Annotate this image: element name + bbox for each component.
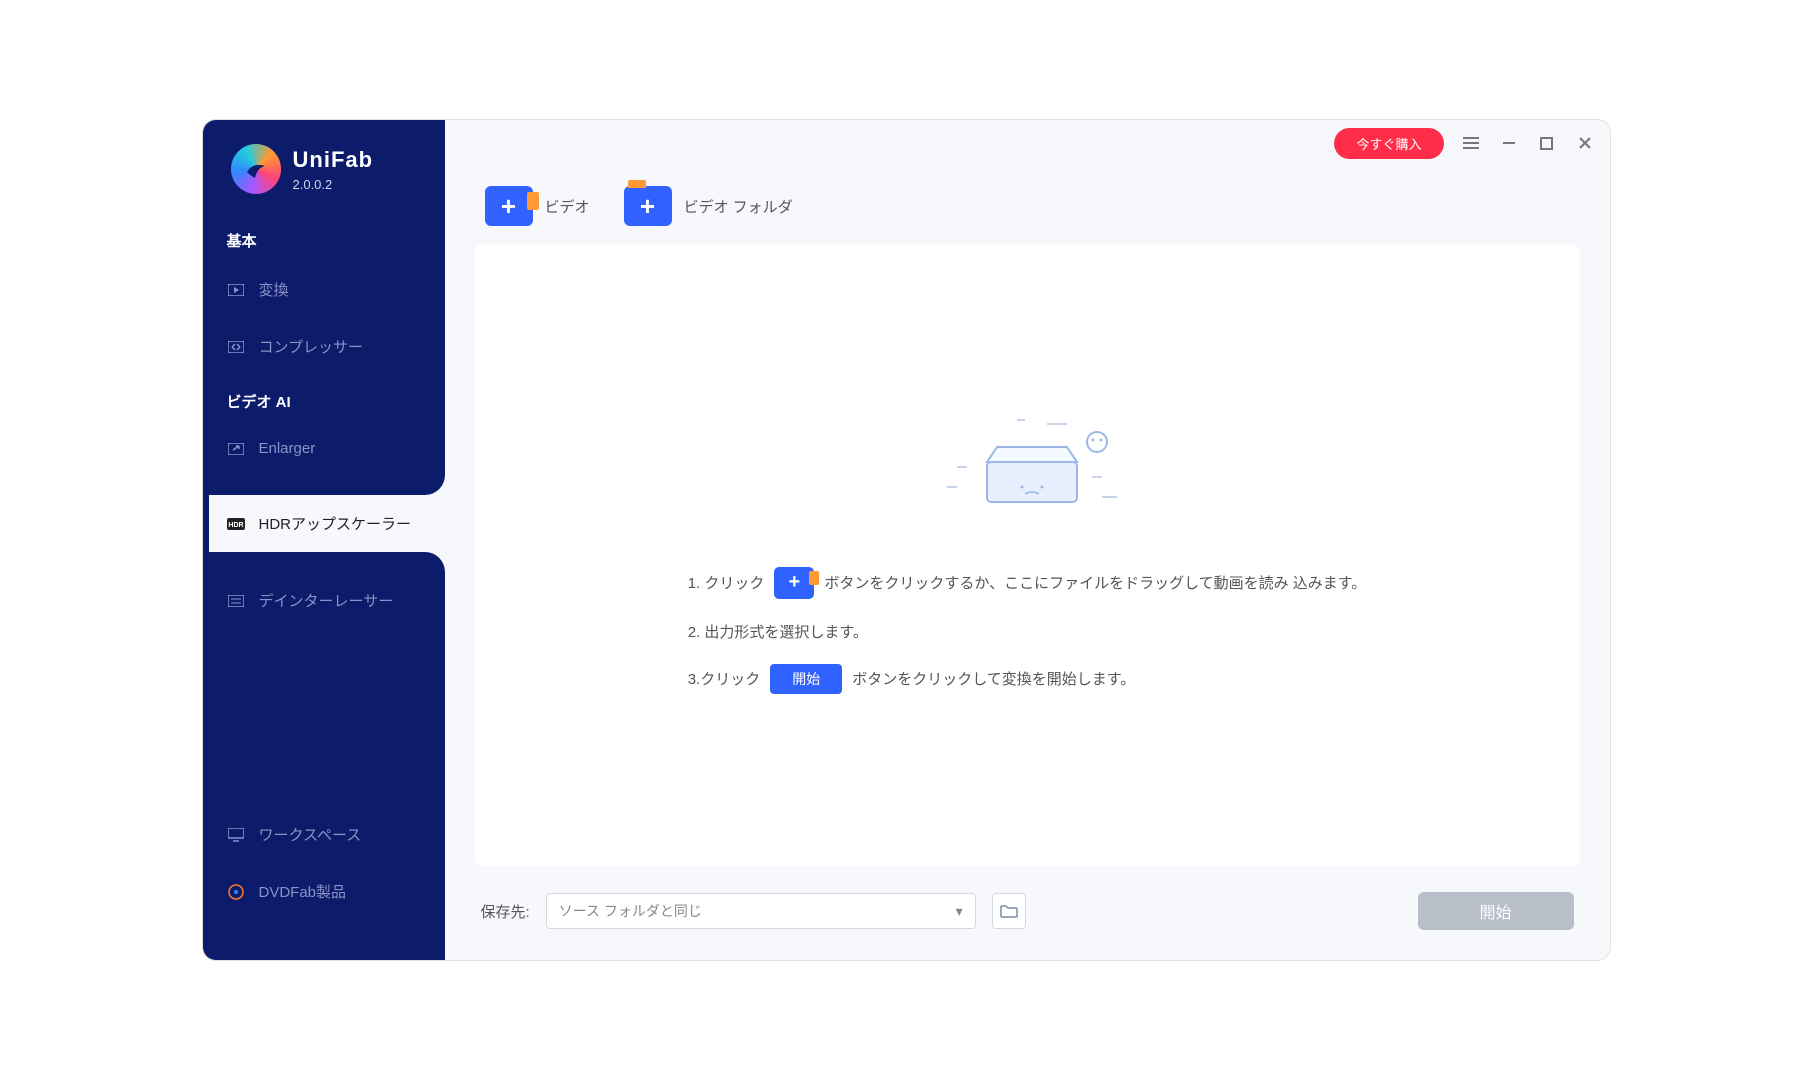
app-version: 2.0.0.2 [293,177,374,192]
browse-folder-button[interactable] [992,893,1026,929]
add-video-button[interactable]: + ビデオ [485,186,590,226]
add-folder-icon: + [624,186,672,226]
buy-now-button[interactable]: 今すぐ購入 [1334,128,1443,159]
sidebar-item-label: HDRアップスケーラー [259,513,412,534]
sidebar-item-deinterlacer[interactable]: デインターレーサー [203,572,445,629]
enlarge-icon [227,442,245,456]
sidebar-item-dvdfab[interactable]: DVDFab製品 [203,863,445,920]
chevron-down-icon: ▾ [956,903,963,920]
app-name: UniFab [293,147,374,173]
titlebar: 今すぐ購入 [445,120,1610,158]
start-button[interactable]: 開始 [1418,892,1574,930]
hdr-icon: HDR [227,517,245,531]
save-to-value: ソース フォルダと同じ [559,901,702,921]
sidebar: UniFab 2.0.0.2 基本 変換 コンプレッサー ビデオ AI Enla… [203,120,445,960]
sidebar-item-hdr-upscaler[interactable]: HDR HDRアップスケーラー [203,495,445,552]
add-video-mini-icon: + [774,567,814,599]
app-logo-icon [231,144,281,194]
minimize-button[interactable] [1498,132,1520,154]
sidebar-item-enlarger[interactable]: Enlarger [203,422,445,475]
monitor-icon [227,828,245,842]
start-mini-button: 開始 [770,664,842,694]
compress-icon [227,340,245,354]
sidebar-item-label: コンプレッサー [259,336,364,357]
deinterlace-icon [227,594,245,608]
add-video-label: ビデオ [545,196,590,217]
section-video-ai: ビデオ AI [203,375,445,422]
maximize-button[interactable] [1536,132,1558,154]
instruction-step-1: 1. クリック + ボタンをクリックするか、ここにファイルをドラッグして動画を読… [688,567,1367,599]
logo-area: UniFab 2.0.0.2 [203,120,445,214]
instruction-step-2: 2. 出力形式を選択します。 [688,621,868,642]
empty-box-illustration [917,417,1137,517]
sidebar-item-label: デインターレーサー [259,590,394,611]
sidebar-item-label: ワークスペース [259,824,362,845]
main-area: 今すぐ購入 + ビデオ + ビデオ フォルダ [445,120,1610,960]
instruction-step-3: 3.クリック 開始 ボタンをクリックして変換を開始します。 [688,664,1136,694]
toolbar: + ビデオ + ビデオ フォルダ [445,158,1610,244]
save-to-label: 保存先: [481,901,530,922]
drop-zone[interactable]: 1. クリック + ボタンをクリックするか、ここにファイルをドラッグして動画を読… [475,244,1580,866]
instructions: 1. クリック + ボタンをクリックするか、ここにファイルをドラッグして動画を読… [688,567,1367,694]
add-folder-label: ビデオ フォルダ [684,196,793,217]
app-window: UniFab 2.0.0.2 基本 変換 コンプレッサー ビデオ AI Enla… [202,119,1611,961]
footer: 保存先: ソース フォルダと同じ ▾ 開始 [445,866,1610,960]
section-basic: 基本 [203,214,445,261]
play-icon [227,283,245,297]
svg-text:HDR: HDR [228,522,243,529]
add-video-icon: + [485,186,533,226]
sidebar-item-convert[interactable]: 変換 [203,261,445,318]
sidebar-item-label: 変換 [259,279,289,300]
sidebar-item-label: Enlarger [259,440,316,457]
menu-icon[interactable] [1460,132,1482,154]
save-to-select[interactable]: ソース フォルダと同じ ▾ [546,893,976,929]
close-button[interactable] [1574,132,1596,154]
dvdfab-icon [227,885,245,899]
sidebar-item-label: DVDFab製品 [259,881,347,902]
folder-icon [1000,904,1018,918]
sidebar-item-workspace[interactable]: ワークスペース [203,806,445,863]
add-folder-button[interactable]: + ビデオ フォルダ [624,186,793,226]
sidebar-item-compressor[interactable]: コンプレッサー [203,318,445,375]
